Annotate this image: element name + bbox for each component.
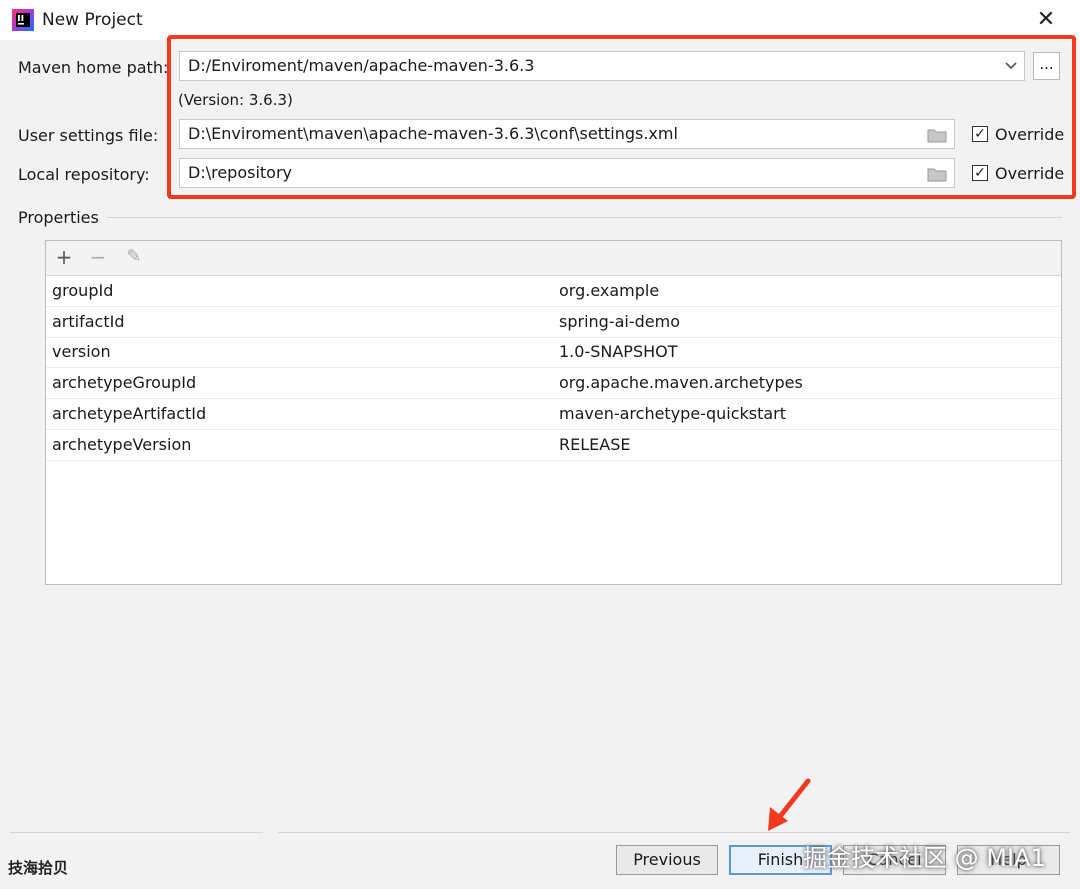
table-row[interactable]: archetypeArtifactId maven-archetype-quic… — [46, 399, 1061, 430]
properties-table: + − ✎ groupId org.example artifactId spr… — [45, 240, 1062, 585]
footer-divider — [10, 832, 263, 833]
user-settings-label: User settings file: — [18, 126, 159, 145]
title-bar: New Project ✕ — [0, 0, 1080, 40]
watermark-text: 掘金技术社区 @ MIA1 — [803, 844, 1046, 872]
edit-icon[interactable]: ✎ — [122, 245, 146, 269]
section-divider — [107, 217, 1062, 218]
property-value[interactable]: 1.0-SNAPSHOT — [559, 342, 678, 361]
window-title: New Project — [42, 10, 143, 30]
footer-divider — [278, 832, 1070, 833]
property-value[interactable]: maven-archetype-quickstart — [559, 404, 786, 423]
highlight-box — [167, 35, 1076, 199]
property-key: version — [52, 342, 111, 361]
close-icon: ✕ — [1036, 7, 1056, 32]
intellij-icon — [12, 9, 34, 31]
property-key: artifactId — [52, 312, 125, 331]
table-row[interactable]: groupId org.example — [46, 276, 1061, 307]
property-key: groupId — [52, 281, 114, 300]
table-row[interactable]: archetypeVersion RELEASE — [46, 430, 1061, 461]
arrow-annotation-icon — [764, 777, 814, 839]
local-repository-label: Local repository: — [18, 165, 150, 184]
watermark-text: 技海拾贝 — [8, 859, 69, 877]
table-row[interactable]: archetypeGroupId org.apache.maven.archet… — [46, 368, 1061, 399]
table-row[interactable]: version 1.0-SNAPSHOT — [46, 337, 1061, 368]
property-value[interactable]: spring-ai-demo — [559, 312, 680, 331]
property-value[interactable]: org.apache.maven.archetypes — [559, 373, 803, 392]
remove-icon[interactable]: − — [86, 245, 110, 269]
property-value[interactable]: org.example — [559, 281, 659, 300]
table-row[interactable]: artifactId spring-ai-demo — [46, 307, 1061, 338]
property-key: archetypeArtifactId — [52, 404, 207, 423]
properties-title: Properties — [18, 208, 99, 227]
close-button[interactable]: ✕ — [1030, 6, 1062, 34]
previous-button[interactable]: Previous — [616, 845, 718, 875]
property-key: archetypeVersion — [52, 435, 192, 454]
add-icon[interactable]: + — [52, 245, 76, 269]
property-key: archetypeGroupId — [52, 373, 197, 392]
maven-home-label: Maven home path: — [18, 58, 169, 77]
property-value[interactable]: RELEASE — [559, 435, 630, 454]
properties-toolbar: + − ✎ — [46, 241, 1061, 276]
